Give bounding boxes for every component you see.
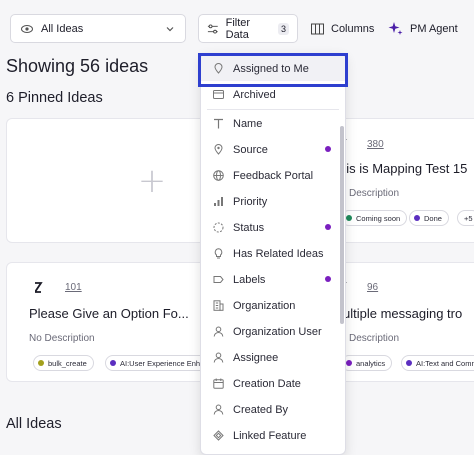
filter-option-created-by[interactable]: Created By (201, 397, 345, 422)
idea-description: Description (349, 333, 400, 344)
archive-icon (213, 90, 224, 99)
filter-option-label: Creation Date (233, 377, 301, 390)
filter-option-label: Linked Feature (233, 429, 307, 442)
filter-option-feedback-portal[interactable]: Feedback Portal (201, 163, 345, 188)
filter-option-priority[interactable]: Priority (201, 189, 345, 214)
filter-option-linked-feature[interactable]: Linked Feature (201, 423, 345, 448)
all-ideas-heading: All Ideas (6, 416, 62, 432)
calendar-icon (213, 378, 224, 389)
filter-option-label: Organization (233, 299, 296, 312)
building-icon (213, 300, 224, 311)
link-icon (213, 430, 224, 441)
label-tag: bulk_create (33, 355, 94, 371)
filter-option-assignee[interactable]: Assignee (201, 345, 345, 370)
columns-icon (311, 23, 324, 34)
label-tag: AI:Text and Comm (401, 355, 474, 371)
status-dot (346, 215, 352, 221)
tag-label: Coming soon (356, 213, 401, 223)
columns-button[interactable]: Columns (311, 14, 374, 43)
more-tags-badge[interactable]: +5 (457, 210, 474, 226)
text-icon (214, 118, 223, 129)
plus-icon: + (137, 160, 167, 201)
tag-label: bulk_create (48, 358, 87, 368)
view-select-label: All Ideas (41, 22, 84, 35)
user-icon (213, 404, 224, 415)
filter-option-label: Priority (233, 195, 268, 208)
status-icon (213, 222, 224, 233)
label-tag: AI:User Experience Enha (105, 355, 212, 371)
filter-data-button[interactable]: Filter Data 3 (198, 14, 298, 43)
filter-option-label: Has Related Ideas (233, 247, 324, 260)
filter-option-label: Created By (233, 403, 289, 416)
columns-label: Columns (331, 22, 375, 35)
idea-number[interactable]: 96 (367, 282, 378, 293)
filter-option-labels[interactable]: Labels (201, 267, 345, 292)
filter-option-has-related-ideas[interactable]: Has Related Ideas (201, 241, 345, 266)
status-tag: Coming soon (341, 210, 408, 226)
pinned-ideas-heading: 6 Pinned Ideas (6, 90, 103, 106)
status-tag: Done (409, 210, 449, 226)
active-filter-dot (325, 146, 331, 152)
bulb-icon (214, 248, 223, 259)
label-icon (213, 276, 224, 283)
idea-description: Description (349, 188, 400, 199)
filter-option-label: Status (233, 221, 265, 234)
label-tag: analytics (341, 355, 393, 371)
menu-divider (207, 109, 339, 110)
tag-label: AI:Text and Comm (416, 358, 474, 368)
pm-agent-button[interactable]: PM Agent (388, 14, 458, 43)
user-icon (213, 326, 224, 337)
label-dot (346, 360, 352, 366)
chevron-down-icon (166, 26, 174, 31)
idea-number[interactable]: 380 (367, 139, 384, 150)
filter-option-label: Assignee (233, 351, 279, 364)
tag-label: Done (424, 213, 442, 223)
idea-title[interactable]: his is Mapping Test 15 (339, 161, 467, 176)
sliders-icon (207, 23, 218, 34)
filter-option-label: Name (233, 117, 263, 130)
view-select[interactable]: All Ideas (10, 14, 186, 43)
sparkle-icon (388, 22, 403, 35)
highlight-box (198, 53, 348, 87)
filter-option-label: Archived (233, 88, 276, 101)
label-dot (38, 360, 44, 366)
label-dot (406, 360, 412, 366)
pm-agent-label: PM Agent (410, 22, 458, 35)
location-pin-icon (214, 144, 223, 155)
ideas-count-heading: Showing 56 ideas (6, 56, 149, 76)
tag-label: +5 (464, 213, 473, 223)
filter-option-source[interactable]: Source (201, 137, 345, 162)
filter-option-label: Labels (233, 273, 266, 286)
filter-option-name[interactable]: Name (201, 111, 345, 136)
globe-icon (213, 170, 224, 181)
zendesk-logo-icon (35, 282, 43, 293)
active-filter-dot (325, 224, 331, 230)
eye-icon (21, 24, 33, 33)
idea-title[interactable]: ultiple messaging tro (343, 306, 462, 321)
idea-description: No Description (29, 333, 95, 344)
user-icon (213, 352, 224, 363)
label-dot (110, 360, 116, 366)
idea-number[interactable]: 101 (65, 282, 82, 293)
tag-label: analytics (356, 358, 386, 368)
filter-option-status[interactable]: Status (201, 215, 345, 240)
tag-label: AI:User Experience Enha (120, 358, 205, 368)
filter-option-label: Organization User (233, 325, 322, 338)
filter-option-organization[interactable]: Organization (201, 293, 345, 318)
menu-scrollbar[interactable] (340, 126, 344, 324)
filter-menu: Assigned to Me Archived Name Source Feed… (200, 53, 346, 455)
filter-option-label: Source (233, 143, 268, 156)
filter-option-label: Feedback Portal (233, 169, 314, 182)
status-dot (414, 215, 420, 221)
filter-option-creation-date[interactable]: Creation Date (201, 371, 345, 396)
filter-data-label: Filter Data (225, 16, 251, 41)
filter-option-organization-user[interactable]: Organization User (201, 319, 345, 344)
bar-chart-icon (214, 197, 223, 206)
active-filter-dot (325, 276, 331, 282)
filter-count-badge: 3 (277, 22, 289, 35)
idea-title[interactable]: Please Give an Option Fo... (29, 306, 189, 321)
